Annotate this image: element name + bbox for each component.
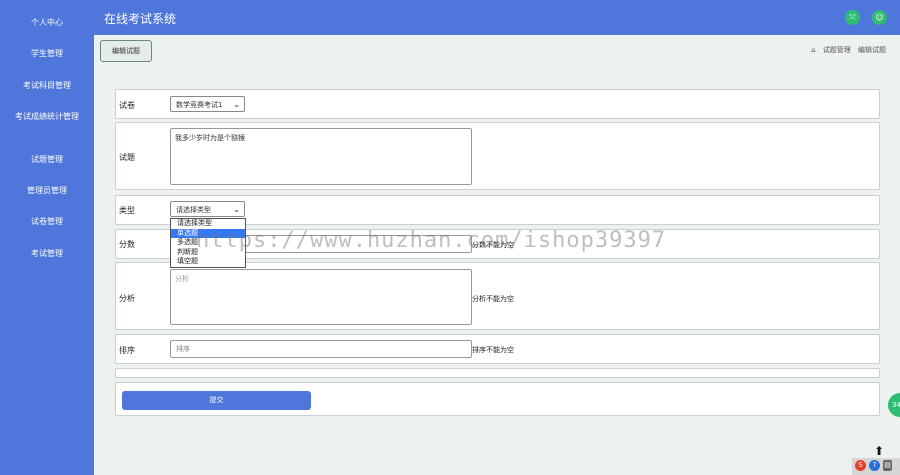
form-row-submit: 提交 — [115, 382, 880, 416]
submit-button[interactable]: 提交 — [122, 391, 311, 410]
system-tray: S? ▤ — [852, 458, 900, 475]
type-option[interactable]: 填空题 — [171, 257, 245, 267]
sidebar: 个人中心 学生管理 考试科目管理 考试成绩统计管理 试题管理 管理员管理 试卷管… — [0, 0, 94, 475]
sogou-icon[interactable]: S — [855, 460, 866, 471]
sidebar-item-score-stats[interactable]: 考试成绩统计管理 — [0, 111, 94, 122]
sidebar-item-admins[interactable]: 管理员管理 — [0, 185, 94, 196]
form-row-paper: 试卷 数学竞赛考试1 ⌄ — [115, 89, 880, 119]
chevron-down-icon: ⌄ — [233, 205, 240, 214]
question-textarea[interactable]: 我多少岁时为是个猕猴 — [170, 128, 472, 185]
expand-icon[interactable]: ⤧ — [845, 10, 860, 25]
breadcrumb: ⌂ 试题管理 编辑试题 — [806, 45, 886, 55]
user-icon[interactable]: ☺ — [872, 10, 887, 25]
score-label: 分数 — [119, 240, 135, 249]
scroll-top-icon[interactable]: ⬆ — [874, 444, 884, 458]
paper-label: 试卷 — [119, 101, 135, 110]
type-label: 类型 — [119, 206, 135, 215]
app-title: 在线考试系统 — [104, 12, 177, 26]
analysis-label: 分析 — [119, 294, 135, 303]
help-icon[interactable]: ? — [869, 460, 880, 471]
watermark: https://www.huzhan.com/ishop39397 — [196, 228, 667, 253]
order-error: 排序不能为空 — [472, 346, 514, 354]
breadcrumb-item: 编辑试题 — [858, 46, 886, 54]
form-row-empty — [115, 368, 880, 378]
breadcrumb-item[interactable]: 试题管理 — [823, 46, 851, 54]
floating-widget[interactable]: 34 — [888, 393, 900, 417]
question-label: 试题 — [119, 153, 135, 162]
sidebar-item-subjects[interactable]: 考试科目管理 — [0, 80, 94, 91]
order-input[interactable]: 排序 — [170, 340, 472, 358]
form-row-order: 排序 排序 排序不能为空 — [115, 334, 880, 364]
analysis-textarea[interactable]: 分析 — [170, 269, 472, 325]
edit-question-tab[interactable]: 编辑试题 — [100, 40, 152, 62]
home-icon[interactable]: ⌂ — [811, 46, 815, 54]
paper-select[interactable]: 数学竞赛考试1 ⌄ — [170, 96, 245, 112]
sidebar-item-personal-center[interactable]: 个人中心 — [0, 17, 94, 28]
type-select[interactable]: 请选择类型 ⌄ — [170, 201, 245, 217]
sidebar-item-exams[interactable]: 考试管理 — [0, 248, 94, 259]
sidebar-item-papers[interactable]: 试卷管理 — [0, 216, 94, 227]
sidebar-item-students[interactable]: 学生管理 — [0, 48, 94, 59]
sidebar-item-questions[interactable]: 试题管理 — [0, 154, 94, 165]
analysis-error: 分析不能为空 — [472, 295, 514, 303]
order-label: 排序 — [119, 346, 135, 355]
form-row-analysis: 分析 分析 分析不能为空 — [115, 262, 880, 330]
chevron-down-icon: ⌄ — [233, 100, 240, 109]
top-header: 在线考试系统 ⤧ ☺ — [94, 0, 900, 35]
form-row-question: 试题 我多少岁时为是个猕猴 — [115, 122, 880, 190]
keyboard-icon[interactable]: ▤ — [883, 460, 892, 471]
